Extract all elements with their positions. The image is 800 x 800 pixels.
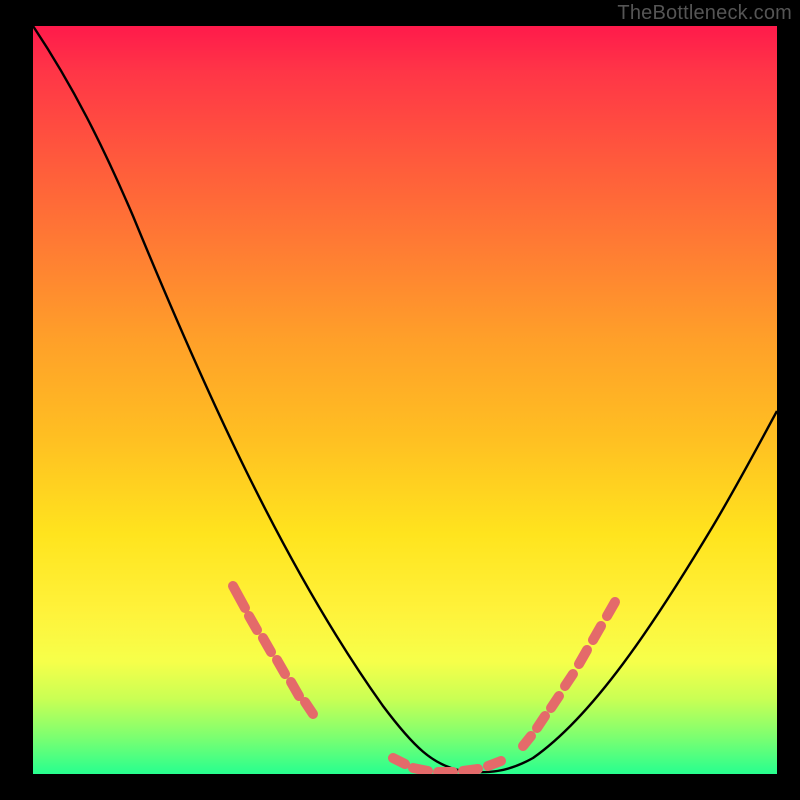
bottleneck-curve-plot <box>33 26 777 774</box>
chart-frame: TheBottleneck.com <box>0 0 800 800</box>
watermark-text: TheBottleneck.com <box>617 2 792 25</box>
threshold-markers-flat <box>393 758 501 772</box>
curve-path <box>33 26 777 772</box>
threshold-markers-right <box>523 602 615 746</box>
threshold-markers-left <box>233 586 313 714</box>
